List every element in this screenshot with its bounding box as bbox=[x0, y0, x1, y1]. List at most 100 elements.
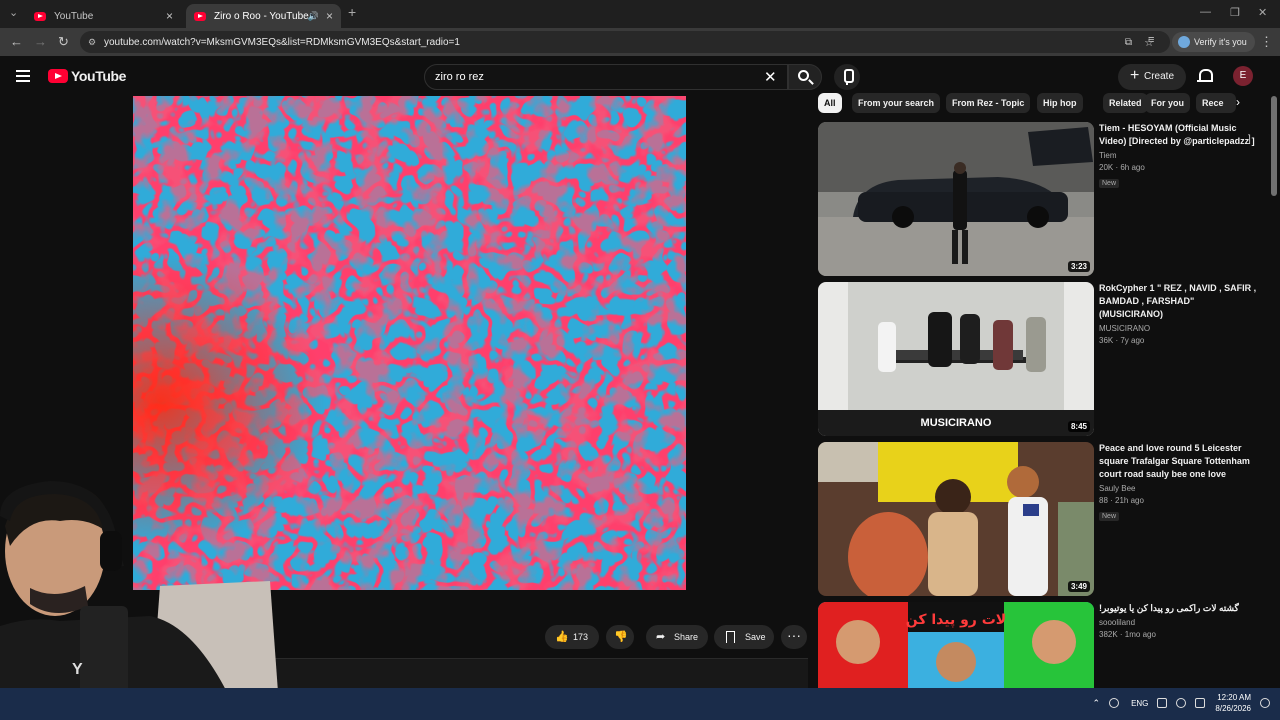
youtube-favicon-icon bbox=[194, 11, 206, 21]
video-thumbnail[interactable]: 3:49 bbox=[818, 442, 1094, 596]
thumbnail-image bbox=[818, 122, 1094, 276]
video-title[interactable]: RokCypher 1 " REZ , NAVID , SAFIR , BAMD… bbox=[1099, 282, 1259, 321]
chip-for-you[interactable]: For you bbox=[1145, 93, 1190, 113]
youtube-logo-icon bbox=[48, 69, 68, 83]
thumbnail-caption: MUSICIRANO bbox=[921, 417, 992, 429]
like-count: 173 bbox=[573, 632, 589, 642]
voice-search-icon[interactable] bbox=[834, 64, 860, 90]
save-button[interactable]: Save bbox=[714, 625, 774, 649]
thumbnail-image: لات رو پیدا کن bbox=[818, 602, 1094, 688]
thumbnail-image: MUSICIRANO bbox=[818, 282, 1094, 436]
clock-time: 12:20 AM bbox=[1217, 693, 1251, 702]
search-icon bbox=[798, 70, 809, 81]
chip-all[interactable]: All bbox=[818, 93, 842, 113]
close-tab-icon[interactable]: × bbox=[166, 9, 173, 23]
filter-chips: All From your search From Rez - Topic Hi… bbox=[818, 93, 1258, 113]
avatar[interactable]: E bbox=[1233, 66, 1253, 86]
reload-icon[interactable]: ↻ bbox=[58, 34, 69, 50]
video-meta: Tiem - HESOYAM (Official Music Video) [D… bbox=[1099, 122, 1259, 190]
recommendation-item[interactable]: 3:23 Tiem - HESOYAM (Official Music Vide… bbox=[818, 122, 1263, 276]
close-tab-icon[interactable]: × bbox=[326, 9, 333, 23]
maximize-icon[interactable]: ❐ bbox=[1230, 6, 1240, 19]
back-icon[interactable]: ← bbox=[10, 34, 23, 49]
chip-from-your-search[interactable]: From your search bbox=[852, 93, 941, 113]
battery-icon[interactable] bbox=[1195, 698, 1206, 708]
url-text: youtube.com/watch?v=MksmGVM3EQs&list=RDM… bbox=[104, 36, 460, 48]
channel-name[interactable]: Tiem bbox=[1099, 151, 1259, 160]
video-meta: RokCypher 1 " REZ , NAVID , SAFIR , BAMD… bbox=[1099, 282, 1259, 345]
os-taskbar: ⌃ ENG 12:20 AM 8/26/2026 bbox=[0, 688, 1280, 720]
video-meta: Peace and love round 5 Leicester square … bbox=[1099, 442, 1259, 523]
search-button[interactable] bbox=[788, 64, 822, 90]
close-window-icon[interactable]: ✕ bbox=[1258, 6, 1267, 19]
like-button[interactable]: 👍 173 bbox=[545, 625, 599, 649]
channel-name[interactable]: Sauly Bee bbox=[1099, 484, 1259, 493]
thumbs-down-icon: 👎 bbox=[614, 631, 628, 643]
clear-search-icon[interactable]: ✕ bbox=[764, 68, 777, 86]
network-icon[interactable] bbox=[1157, 698, 1168, 708]
recommendation-item[interactable]: لات رو پیدا کن گشته لات راکمی رو پیدا کن… bbox=[818, 602, 1263, 688]
video-thumbnail[interactable]: MUSICIRANO 8:45 bbox=[818, 282, 1094, 436]
logo-text: YouTube bbox=[71, 68, 127, 84]
mic-brand-letter: Y bbox=[72, 661, 83, 678]
channel-name[interactable]: soooliland bbox=[1099, 618, 1259, 627]
save-label: Save bbox=[745, 632, 766, 642]
dislike-button[interactable]: 👎 bbox=[606, 625, 634, 649]
video-title[interactable]: گشته لات راکمی رو پیدا کن یا یوتیوبر! bbox=[1099, 602, 1259, 615]
minimize-icon[interactable]: — bbox=[1200, 6, 1211, 18]
system-tray: ⌃ ENG 12:20 AM 8/26/2026 bbox=[1093, 692, 1270, 714]
verify-profile-button[interactable]: Verify it's you bbox=[1172, 32, 1255, 52]
url-field[interactable]: ⚙ youtube.com/watch?v=MksmGVM3EQs&list=R… bbox=[80, 31, 1170, 53]
chip-related[interactable]: Related bbox=[1103, 93, 1148, 113]
clock-date: 8/26/2026 bbox=[1215, 704, 1251, 713]
description-box[interactable] bbox=[275, 658, 808, 688]
address-bar: ← → ↻ ⚙ youtube.com/watch?v=MksmGVM3EQs&… bbox=[0, 28, 1280, 56]
search-input[interactable]: ziro ro rez bbox=[424, 64, 788, 90]
video-meta: گشته لات راکمی رو پیدا کن یا یوتیوبر! so… bbox=[1099, 602, 1259, 639]
notifications-icon[interactable] bbox=[1197, 69, 1213, 83]
search-value: ziro ro rez bbox=[435, 71, 484, 83]
more-actions-button[interactable]: ··· bbox=[781, 625, 807, 649]
menu-icon[interactable] bbox=[16, 70, 30, 82]
recommendation-item[interactable]: MUSICIRANO 8:45 RokCypher 1 " REZ , NAVI… bbox=[818, 282, 1263, 436]
mic-icon[interactable] bbox=[1109, 698, 1120, 708]
video-thumbnail[interactable]: 3:23 bbox=[818, 122, 1094, 276]
speaker-icon[interactable]: 🔊 bbox=[308, 11, 319, 22]
browser-menu-icon[interactable]: ⋮ bbox=[1260, 34, 1273, 50]
notification-center-icon[interactable] bbox=[1260, 698, 1270, 708]
channel-name[interactable]: MUSICIRANO bbox=[1099, 324, 1259, 333]
volume-icon[interactable] bbox=[1176, 698, 1187, 708]
scrollbar-thumb[interactable] bbox=[1271, 96, 1277, 196]
more-options-icon[interactable]: ] bbox=[1248, 134, 1251, 145]
create-label: Create bbox=[1144, 71, 1175, 82]
clock[interactable]: 12:20 AM 8/26/2026 bbox=[1215, 692, 1251, 714]
site-info-icon[interactable]: ⚙ bbox=[88, 37, 96, 48]
tab-youtube[interactable]: YouTube × bbox=[26, 4, 181, 28]
video-duration: 8:45 bbox=[1067, 421, 1090, 432]
video-title[interactable]: Peace and love round 5 Leicester square … bbox=[1099, 442, 1259, 481]
video-thumbnail[interactable]: لات رو پیدا کن bbox=[818, 602, 1094, 688]
recommendation-item[interactable]: 3:49 Peace and love round 5 Leicester sq… bbox=[818, 442, 1263, 596]
video-duration: 3:49 bbox=[1067, 581, 1090, 592]
tab-title: Ziro o Roo - YouTube bbox=[214, 10, 309, 22]
chevron-up-icon[interactable]: ⌃ bbox=[1093, 698, 1101, 709]
chip-recent[interactable]: Rece bbox=[1196, 93, 1236, 113]
youtube-logo[interactable]: YouTube bbox=[48, 68, 126, 84]
bookmark-icon bbox=[726, 631, 735, 643]
chip-hip-hop[interactable]: Hip hop bbox=[1037, 93, 1083, 113]
share-button[interactable]: ➦ Share bbox=[646, 625, 708, 649]
forward-icon[interactable]: → bbox=[34, 34, 47, 49]
tab-ziro-o-roo[interactable]: Ziro o Roo - YouTube 🔊 × bbox=[186, 4, 341, 28]
thumbnail-caption: لات رو پیدا کن bbox=[906, 612, 1006, 628]
new-tab-icon[interactable]: + bbox=[348, 4, 356, 20]
video-title[interactable]: Tiem - HESOYAM (Official Music Video) [D… bbox=[1099, 122, 1259, 148]
video-stats: 20K · 6h ago bbox=[1099, 163, 1145, 172]
tab-search-icon[interactable]: ⌄ bbox=[9, 6, 18, 19]
create-button[interactable]: Create bbox=[1118, 63, 1186, 90]
install-app-icon[interactable]: ⧉ bbox=[1125, 37, 1132, 48]
browser-tab-bar: ⌄ YouTube × Ziro o Roo - YouTube 🔊 × + —… bbox=[0, 0, 1280, 28]
chip-from-rez-topic[interactable]: From Rez - Topic bbox=[946, 93, 1031, 113]
language-indicator[interactable]: ENG bbox=[1131, 699, 1148, 708]
chevron-right-icon[interactable]: › bbox=[1236, 95, 1240, 109]
media-control-icon[interactable]: ≡ bbox=[1148, 34, 1154, 46]
